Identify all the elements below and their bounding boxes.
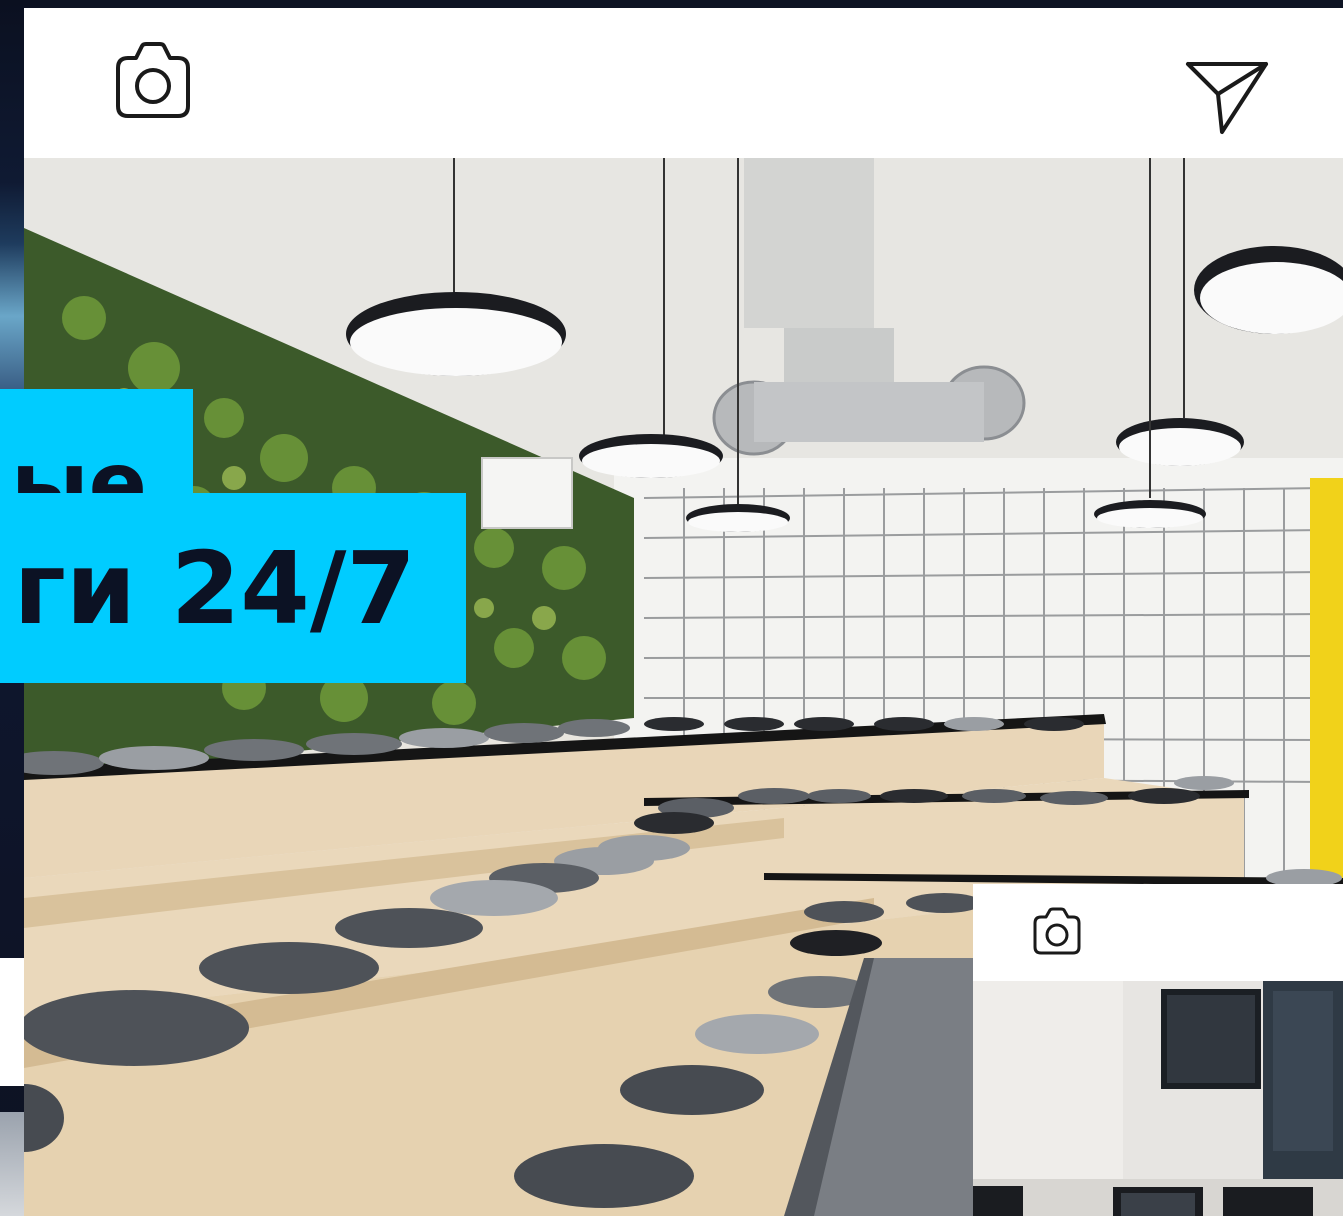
page: ые ги 24/7: [0, 0, 1343, 1216]
headline-sticker-line-1: ые: [0, 389, 193, 501]
send-icon[interactable]: [1184, 60, 1270, 136]
post-photo-computer-room: [973, 981, 1343, 1216]
post-card-secondary: [973, 884, 1343, 1216]
headline-sticker-line-2: ги 24/7: [0, 493, 466, 683]
camera-icon[interactable]: [112, 40, 194, 120]
camera-icon[interactable]: [1031, 906, 1083, 956]
post-header-secondary: [973, 884, 1343, 981]
headline-text-line-1: ые: [10, 434, 147, 501]
post-header: [24, 8, 1343, 158]
headline-text-line-2: ги 24/7: [13, 530, 416, 647]
